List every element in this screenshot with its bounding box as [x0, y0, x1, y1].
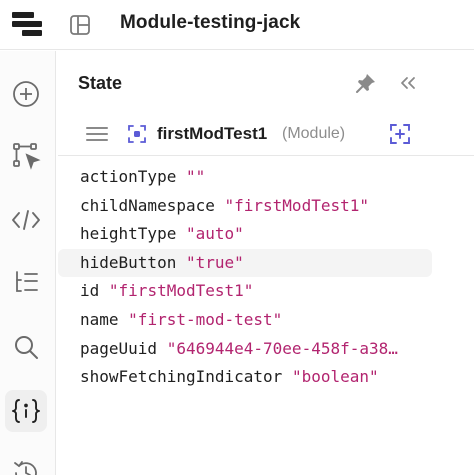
module-header: firstModTest1 (Module): [58, 117, 474, 153]
state-row-showFetchingIndicator[interactable]: showFetchingIndicator "boolean": [58, 363, 432, 391]
menu-icon[interactable]: [86, 123, 108, 145]
flow-select-icon: [13, 143, 41, 170]
state-row-name[interactable]: name "first-mod-test": [58, 306, 432, 334]
add-component-button[interactable]: [5, 73, 47, 115]
code-button[interactable]: [5, 199, 47, 241]
state-row-id[interactable]: id "firstModTest1": [58, 277, 432, 305]
state-row-childNamespace[interactable]: childNamespace "firstModTest1": [58, 192, 432, 220]
search-button[interactable]: [5, 326, 47, 368]
left-rail: [0, 51, 56, 475]
chevrons-left-icon: [401, 77, 415, 89]
collapse-panel-button[interactable]: [396, 71, 420, 95]
app-title: Module-testing-jack: [120, 12, 301, 33]
state-row-hideButton[interactable]: hideButton "true": [58, 249, 432, 277]
add-state-button[interactable]: [388, 122, 412, 146]
app-logo-icon[interactable]: [12, 10, 42, 38]
pin-icon: [356, 74, 375, 93]
workflow-button[interactable]: [5, 135, 47, 177]
module-icon: [126, 123, 148, 145]
state-row-actionType[interactable]: actionType "": [58, 163, 432, 191]
state-row-heightType[interactable]: heightType "auto": [58, 220, 432, 248]
pin-panel-button[interactable]: [354, 71, 378, 95]
state-button[interactable]: [5, 390, 47, 432]
code-icon: [12, 210, 40, 230]
plus-circle-icon: [13, 81, 39, 107]
divider: [58, 155, 474, 156]
panel-layout-icon[interactable]: [68, 13, 92, 37]
state-braces-icon: [12, 399, 40, 423]
tree-list-icon: [16, 271, 38, 292]
search-icon: [15, 336, 38, 359]
history-icon: [14, 461, 37, 475]
module-type-label: (Module): [282, 125, 346, 142]
history-button[interactable]: [5, 452, 47, 475]
module-name[interactable]: firstModTest1: [157, 124, 267, 144]
panel-title: State: [78, 73, 123, 93]
add-frame-icon: [390, 124, 410, 144]
state-row-pageUuid[interactable]: pageUuid "646944e4-70ee-458f-a38…: [58, 335, 432, 363]
top-bar: Module-testing-jack: [0, 0, 474, 50]
state-panel: State firstModTest1 (Module) actionType …: [58, 51, 474, 475]
component-tree-button[interactable]: [5, 262, 47, 304]
